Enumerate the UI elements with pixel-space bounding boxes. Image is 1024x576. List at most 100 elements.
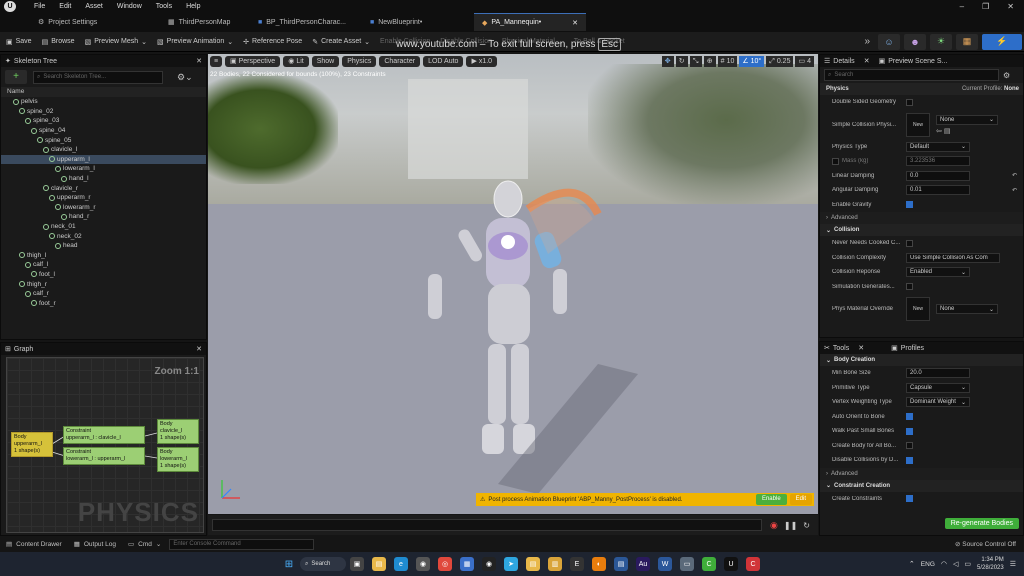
physics-type-dropdown[interactable]: Default ⌄ (906, 141, 970, 152)
preview-scene-tab[interactable]: Preview Scene S... (888, 58, 947, 65)
blueprint-mode-icon[interactable]: ▦ (956, 33, 978, 50)
enable-button[interactable]: Enable (755, 494, 787, 505)
world-icon[interactable]: ⊕ (703, 56, 716, 67)
walk-past-checkbox[interactable] (906, 427, 913, 435)
task-view-icon[interactable]: ▣ (350, 557, 364, 571)
body-creation-section[interactable]: ⌄ Body Creation (820, 354, 1023, 366)
speed-button[interactable]: ▶ x1.0 (466, 56, 498, 67)
graph-node-body-upperarm[interactable]: Body upperarm_l 1 shape(s) (11, 432, 53, 457)
tree-item[interactable]: spine_02 (1, 107, 206, 117)
menu-asset[interactable]: Asset (85, 3, 103, 10)
maximize-icon[interactable]: ❐ (982, 2, 989, 11)
audition-icon[interactable]: Au (636, 557, 650, 571)
graph-canvas[interactable]: Zoom 1:1 PHYSICS Body upperarm_l 1 shape… (6, 357, 204, 533)
tree-item[interactable]: neck_01 (1, 222, 206, 232)
obs-icon[interactable]: ◉ (482, 557, 496, 571)
taskbar-search[interactable]: ⌕ Search (300, 557, 346, 571)
auto-orient-checkbox[interactable] (906, 413, 913, 421)
reference-pose-button[interactable]: ✢ Reference Pose (243, 38, 302, 46)
collision-complexity-dropdown[interactable]: Use Simple Collision As Com (906, 252, 1000, 263)
timeline-track[interactable] (212, 519, 762, 531)
tray-chevron-icon[interactable]: ⌃ (909, 560, 915, 568)
close-tab-icon[interactable]: ✕ (572, 19, 578, 27)
graph-node-constraint-2[interactable]: Constraint lowerarm_l : upperarm_l (63, 447, 145, 465)
collision-response-dropdown[interactable]: Enabled ⌄ (906, 267, 970, 278)
tree-item[interactable]: upperarm_r (1, 193, 206, 203)
camera-speed-button[interactable]: ▭ 4 (795, 56, 814, 67)
min-bone-size-input[interactable]: 20.0 (906, 368, 970, 379)
rotation-snap-button[interactable]: ∠ 10° (739, 56, 765, 67)
file-explorer-icon[interactable]: ▤ (372, 557, 386, 571)
more-chevron-icon[interactable]: » (864, 36, 870, 47)
create-body-all-checkbox[interactable] (906, 442, 913, 450)
settings-gear-icon[interactable]: ⚙⌄ (177, 72, 193, 83)
mesh-mode-icon[interactable]: ☻ (904, 33, 926, 50)
tools-tab[interactable]: Tools (833, 345, 849, 352)
close-icon[interactable]: ✕ (1007, 2, 1014, 11)
tree-item[interactable]: spine_03 (1, 116, 206, 126)
folder-icon[interactable]: ▤ (526, 557, 540, 571)
menu-edit[interactable]: Edit (59, 3, 71, 10)
scale-icon[interactable]: ⤡ (689, 56, 702, 67)
skeleton-mode-icon[interactable]: ☺ (878, 33, 900, 50)
enable-gravity-checkbox[interactable] (906, 201, 913, 209)
tab-bp-thirdperson[interactable]: ■ BP_ThirdPersonCharac... (250, 13, 362, 31)
simulation-generates-checkbox[interactable] (906, 283, 913, 291)
source-control-button[interactable]: ⊘ Source Control Off (955, 540, 1016, 548)
create-constraints-checkbox[interactable] (906, 495, 913, 503)
tree-item[interactable]: neck_02 (1, 231, 206, 241)
preview-mesh-button[interactable]: ▧ Preview Mesh ⌄ (85, 38, 147, 46)
tab-thirdpersonmap[interactable]: ▦ ThirdPersonMap (160, 13, 250, 31)
language-indicator[interactable]: ENG (921, 561, 935, 568)
graph-node-constraint-1[interactable]: Constraint upperarm_l : clavicle_l (63, 426, 145, 444)
angular-damping-input[interactable]: 0.01 (906, 185, 970, 196)
animation-mode-icon[interactable]: ☀ (930, 33, 952, 50)
rotate-icon[interactable]: ↻ (675, 56, 688, 67)
primitive-type-dropdown[interactable]: Capsule ⌄ (906, 382, 970, 393)
character-button[interactable]: Character (379, 56, 421, 67)
word-icon[interactable]: W (658, 557, 672, 571)
details-search-input[interactable]: ⌕ Search (824, 69, 999, 81)
tab-pa-mannequin[interactable]: ◆ PA_Mannequin• ✕ (474, 13, 586, 31)
minimize-icon[interactable]: – (960, 2, 964, 11)
store-icon[interactable]: ▦ (460, 557, 474, 571)
details-tab[interactable]: Details (833, 58, 854, 65)
tree-item[interactable]: lowerarm_r (1, 203, 206, 213)
constraint-creation-section[interactable]: ⌄ Constraint Creation (820, 479, 1023, 492)
tab-newblueprint[interactable]: ■ NewBlueprint• (362, 13, 474, 31)
disable-collisions-checkbox[interactable] (906, 456, 913, 464)
tree-item[interactable]: calf_l (1, 260, 206, 270)
translate-icon[interactable]: ✥ (661, 56, 674, 67)
cmd-button[interactable]: Cmd (138, 541, 152, 548)
loop-icon[interactable]: ↻ (803, 521, 810, 530)
tree-item[interactable]: upperarm_l (1, 154, 206, 165)
mass-override-checkbox[interactable] (832, 157, 839, 165)
new-material-thumbnail[interactable]: New (906, 297, 930, 321)
viewport-menu-button[interactable]: ≡ (210, 56, 222, 67)
close-panel-icon[interactable]: ✕ (864, 57, 870, 65)
tree-item[interactable]: foot_r (1, 298, 206, 308)
tree-item[interactable]: pelvis (1, 97, 206, 107)
output-log-button[interactable]: Output Log (84, 541, 116, 548)
unreal-logo-icon[interactable]: U (4, 0, 16, 12)
menu-help[interactable]: Help (186, 3, 200, 10)
create-asset-button[interactable]: ✎ Create Asset ⌄ (312, 38, 370, 46)
notepad-icon[interactable]: ▭ (680, 557, 694, 571)
viewport[interactable]: ≡ ▣ Perspective ◉ Lit Show Physics Charact… (208, 54, 818, 514)
blender-icon[interactable]: ◐ (592, 557, 606, 571)
camera-app-icon[interactable]: ◉ (416, 557, 430, 571)
menu-window[interactable]: Window (117, 3, 142, 10)
epic-games-icon[interactable]: E (570, 557, 584, 571)
clock[interactable]: 1:34 PM 5/28/2023 (977, 556, 1004, 572)
use-selected-icon[interactable]: ⇦ (936, 128, 942, 135)
explorer-icon[interactable]: ▥ (548, 557, 562, 571)
edge-icon[interactable]: e (394, 557, 408, 571)
grid-snap-button[interactable]: #10 (717, 56, 738, 67)
save-button[interactable]: ▣ Save (6, 38, 32, 46)
app-icon[interactable]: ▤ (614, 557, 628, 571)
unreal-engine-icon[interactable]: U (724, 557, 738, 571)
reset-icon[interactable]: ↶ (1012, 187, 1017, 194)
record-icon[interactable]: ◉ (770, 520, 778, 531)
telegram-icon[interactable]: ➤ (504, 557, 518, 571)
tree-item[interactable]: spine_05 (1, 135, 206, 145)
